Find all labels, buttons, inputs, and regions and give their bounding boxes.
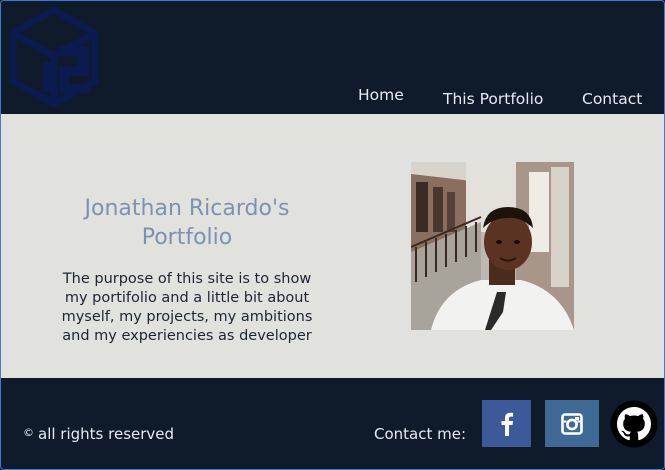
site-footer: © all rights reserved Contact me: xyxy=(1,378,664,469)
page-frame: Home This Portfolio Contact Jonathan Ric… xyxy=(0,0,665,470)
facebook-icon xyxy=(501,412,513,436)
instagram-icon xyxy=(561,412,583,435)
intro-text: The purpose of this site is to show my p… xyxy=(61,271,313,344)
github-button[interactable] xyxy=(610,400,658,448)
page-title: Jonathan Ricardo's Portfolio xyxy=(84,196,290,250)
nav-home-link[interactable]: Home xyxy=(358,86,404,104)
github-icon xyxy=(610,400,658,448)
nav-contact-link[interactable]: Contact xyxy=(582,90,642,108)
logo-icon[interactable] xyxy=(7,6,101,108)
site-header: Home This Portfolio Contact xyxy=(1,1,664,114)
rights-label: all rights reserved xyxy=(38,425,175,443)
contact-label: Contact me: xyxy=(374,425,467,443)
copyright-icon: © xyxy=(23,426,34,439)
hero-section: Jonathan Ricardo's Portfolio The purpose… xyxy=(1,114,664,378)
profile-photo xyxy=(411,162,574,330)
nav-portfolio-link[interactable]: This Portfolio xyxy=(443,90,543,108)
copyright-text: © all rights reserved xyxy=(23,425,174,443)
facebook-button[interactable] xyxy=(482,400,531,447)
instagram-button[interactable] xyxy=(545,400,599,447)
